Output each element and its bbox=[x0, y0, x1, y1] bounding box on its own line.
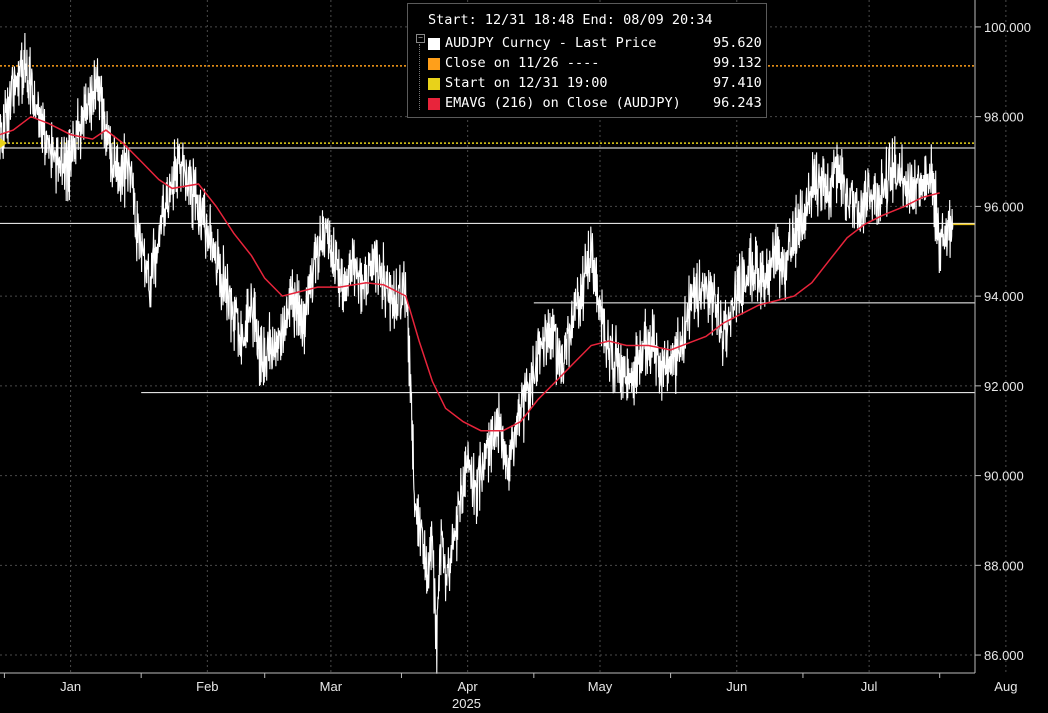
legend-item-value: 95.620 bbox=[713, 35, 762, 51]
legend-item-value: 96.243 bbox=[713, 95, 762, 111]
x-tick-label: Jun bbox=[726, 679, 747, 694]
y-tick-label: 98.000 bbox=[984, 110, 1024, 125]
x-axis-year-label: 2025 bbox=[452, 696, 481, 711]
series-line-last-price bbox=[0, 32, 954, 674]
legend-header: Start: 12/31 18:48 End: 08/09 20:34 bbox=[428, 12, 713, 28]
y-tick-label: 96.000 bbox=[984, 199, 1024, 214]
legend-item-last-price[interactable]: AUDJPY Curncy - Last Price 95.620 bbox=[428, 35, 764, 53]
legend-item-name: Start on 12/31 19:00 bbox=[445, 75, 608, 91]
y-tick-label: 94.000 bbox=[984, 289, 1024, 304]
chart-legend[interactable]: Start: 12/31 18:48 End: 08/09 20:34 − AU… bbox=[407, 3, 767, 118]
legend-item-emavg[interactable]: EMAVG (216) on Close (AUDJPY) 96.243 bbox=[428, 95, 764, 113]
legend-item-name: AUDJPY Curncy - Last Price bbox=[445, 35, 657, 51]
x-axis-ticks: Jan Feb Mar Apr May Jun Jul Aug bbox=[3, 673, 1017, 694]
x-tick-label: Feb bbox=[196, 679, 218, 694]
legend-tree-line bbox=[419, 44, 420, 110]
series-line-emavg bbox=[0, 115, 940, 432]
legend-item-value: 99.132 bbox=[713, 55, 762, 71]
legend-swatch-red bbox=[428, 98, 440, 110]
x-tick-label: Jul bbox=[861, 679, 878, 694]
x-tick-label: Jan bbox=[60, 679, 81, 694]
x-tick-label: Aug bbox=[994, 679, 1017, 694]
y-tick-label: 90.000 bbox=[984, 469, 1024, 484]
y-tick-label: 92.000 bbox=[984, 379, 1024, 394]
legend-swatch-white bbox=[428, 38, 440, 50]
x-tick-label: Apr bbox=[458, 679, 479, 694]
legend-swatch-orange bbox=[428, 58, 440, 70]
y-tick-label: 88.000 bbox=[984, 558, 1024, 573]
legend-swatch-yellow bbox=[428, 78, 440, 90]
legend-item-close[interactable]: Close on 11/26 ---- 99.132 bbox=[428, 55, 764, 73]
legend-item-name: EMAVG (216) on Close (AUDJPY) bbox=[445, 95, 681, 111]
legend-item-name: Close on 11/26 ---- bbox=[445, 55, 600, 71]
x-tick-label: Mar bbox=[320, 679, 343, 694]
legend-collapse-icon[interactable]: − bbox=[416, 34, 425, 43]
y-tick-label: 86.000 bbox=[984, 648, 1024, 663]
y-axis-ticks: 86.000 88.000 90.000 92.000 94.000 96.000 98.0… bbox=[975, 20, 1031, 663]
y-tick-label: 100.000 bbox=[984, 20, 1031, 35]
x-tick-label: May bbox=[588, 679, 613, 694]
legend-item-value: 97.410 bbox=[713, 75, 762, 91]
series-layer bbox=[0, 32, 975, 674]
legend-item-start[interactable]: Start on 12/31 19:00 97.410 bbox=[428, 75, 764, 93]
